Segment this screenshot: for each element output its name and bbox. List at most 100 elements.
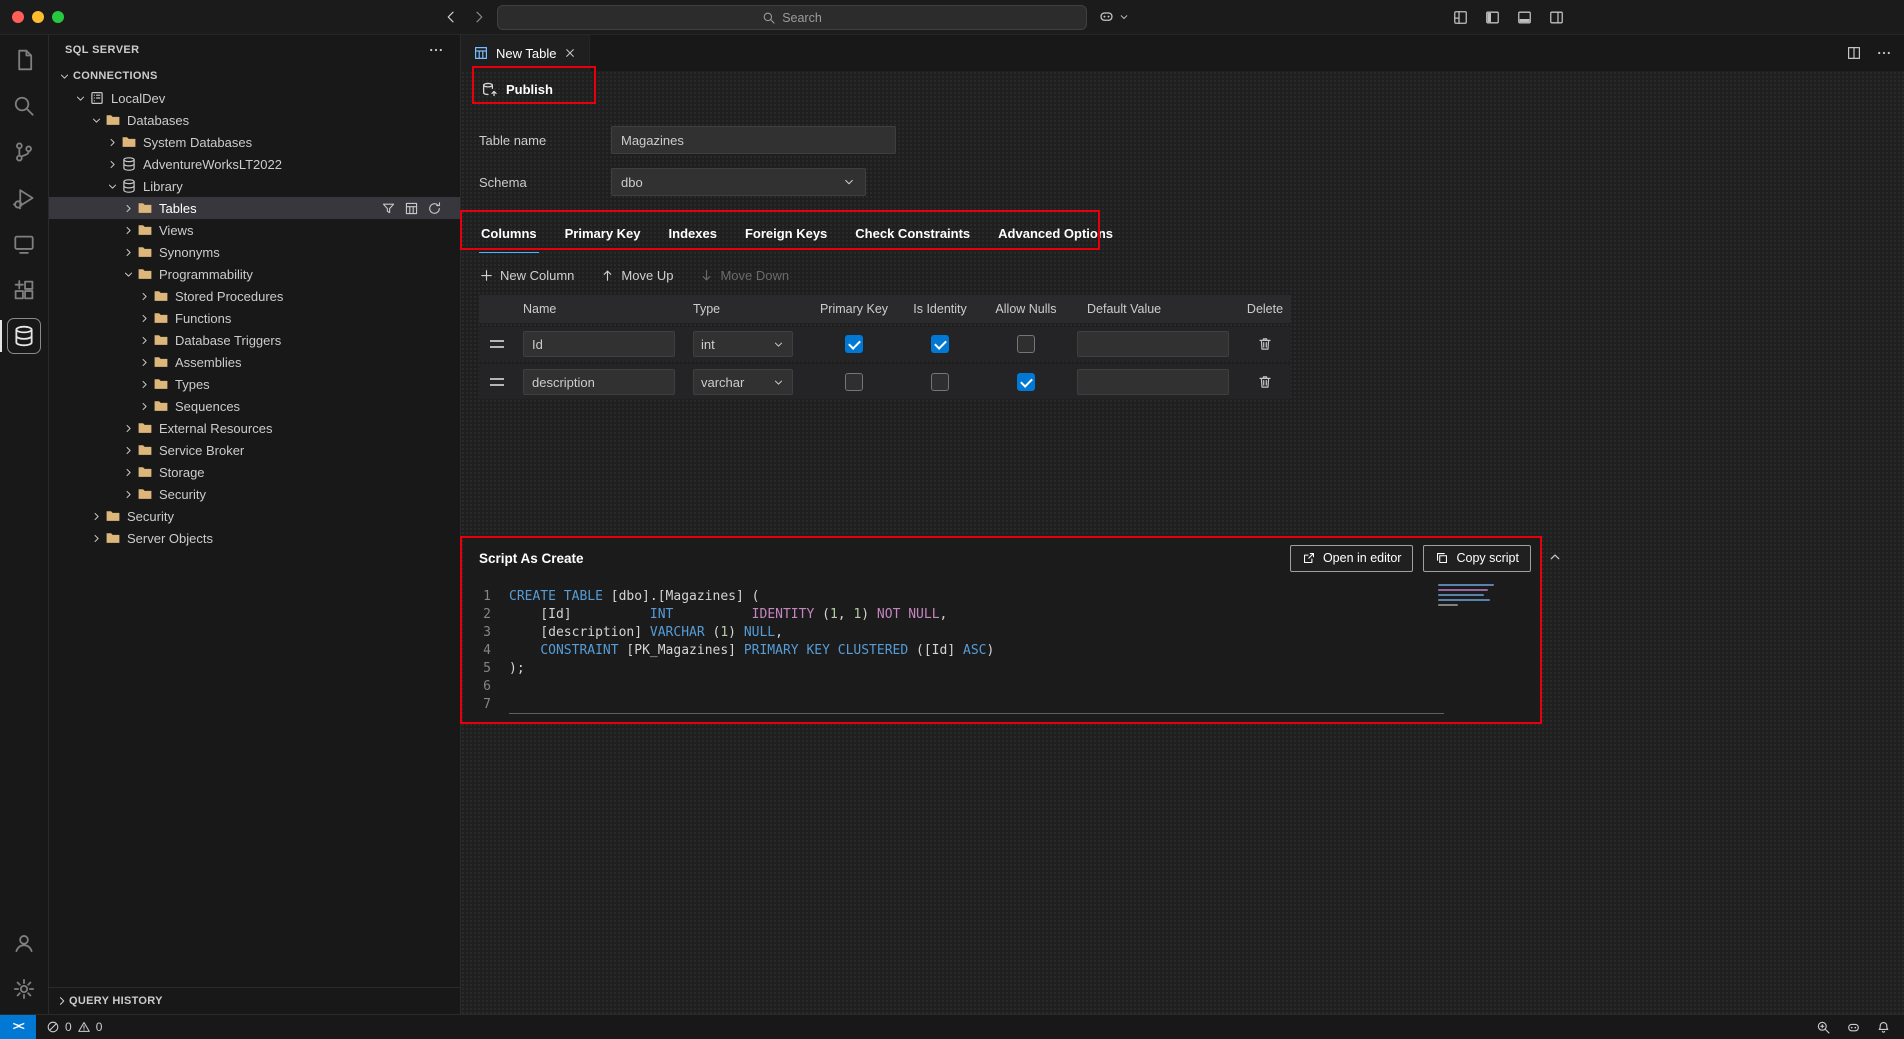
tree-item-tables[interactable]: Tables — [49, 197, 460, 219]
editor-tabbar: New Table — [461, 35, 1904, 71]
activity-item-search[interactable] — [0, 83, 48, 129]
move-up-button[interactable]: Move Up — [600, 268, 673, 283]
activity-item-sql-server[interactable] — [0, 313, 48, 359]
table-icon[interactable] — [404, 201, 419, 216]
search-box[interactable]: Search — [497, 5, 1087, 30]
tree-item-adventureworkslt2022[interactable]: AdventureWorksLT2022 — [49, 153, 460, 175]
drag-handle[interactable] — [490, 340, 504, 348]
tab-new-table[interactable]: New Table — [461, 35, 590, 71]
column-name-input[interactable] — [523, 331, 675, 357]
bell-icon[interactable] — [1876, 1020, 1891, 1035]
line-number: 7 — [463, 696, 509, 714]
back-icon[interactable] — [443, 9, 459, 25]
tree-item-localdev[interactable]: LocalDev — [49, 87, 460, 109]
activity-item-run-and-debug[interactable] — [0, 175, 48, 221]
refresh-icon[interactable] — [427, 201, 442, 216]
remote-indicator[interactable]: >< — [0, 1015, 36, 1039]
titlebar: Search — [0, 0, 1904, 35]
more-actions-icon[interactable] — [1876, 45, 1892, 61]
copilot-icon[interactable] — [1846, 1020, 1861, 1035]
activity-item-extensions[interactable] — [0, 267, 48, 313]
toggle-secondary-sidebar-icon[interactable] — [1548, 9, 1565, 26]
query-history-section[interactable]: QUERY HISTORY — [49, 987, 460, 1014]
designer-tab-foreign-keys[interactable]: Foreign Keys — [743, 215, 829, 253]
tree-item-synonyms[interactable]: Synonyms — [49, 241, 460, 263]
is-identity-checkbox[interactable] — [931, 373, 949, 391]
tree-item-connections[interactable]: CONNECTIONS — [49, 65, 460, 87]
activity-item-explorer[interactable] — [0, 37, 48, 83]
tree-item-security[interactable]: Security — [49, 505, 460, 527]
activity-item-manage[interactable] — [0, 966, 48, 1012]
activity-item-remote-explorer[interactable] — [0, 221, 48, 267]
tree-item-database-triggers[interactable]: Database Triggers — [49, 329, 460, 351]
minimize-window-button[interactable] — [32, 11, 44, 23]
table-name-input[interactable] — [611, 126, 896, 154]
trash-icon[interactable] — [1257, 374, 1273, 390]
activity-item-accounts[interactable] — [0, 920, 48, 966]
primary-key-checkbox[interactable] — [845, 335, 863, 353]
tree-item-external-resources[interactable]: External Resources — [49, 417, 460, 439]
trash-icon[interactable] — [1257, 336, 1273, 352]
designer-tab-check-constraints[interactable]: Check Constraints — [853, 215, 972, 253]
folder-icon — [153, 310, 169, 326]
column-type-dropdown[interactable]: varchar — [693, 369, 793, 395]
designer-tab-columns[interactable]: Columns — [479, 215, 539, 253]
new-column-label: New Column — [500, 268, 574, 283]
designer-tab-indexes[interactable]: Indexes — [667, 215, 719, 253]
copilot-menu-button[interactable] — [1098, 8, 1130, 25]
tree-item-programmability[interactable]: Programmability — [49, 263, 460, 285]
zoom-window-button[interactable] — [52, 11, 64, 23]
column-name-input[interactable] — [523, 369, 675, 395]
tree-item-types[interactable]: Types — [49, 373, 460, 395]
allow-nulls-checkbox[interactable] — [1017, 373, 1035, 391]
tree-item-sequences[interactable]: Sequences — [49, 395, 460, 417]
schema-dropdown[interactable]: dbo — [611, 168, 866, 196]
publish-button[interactable]: Publish — [479, 75, 555, 103]
forward-icon[interactable] — [471, 9, 487, 25]
more-actions-icon[interactable] — [428, 42, 444, 58]
activity-item-source-control[interactable] — [0, 129, 48, 175]
tree-item-databases[interactable]: Databases — [49, 109, 460, 131]
close-window-button[interactable] — [12, 11, 24, 23]
customize-layout-icon[interactable] — [1452, 9, 1469, 26]
tree-item-storage[interactable]: Storage — [49, 461, 460, 483]
toggle-sidebar-icon[interactable] — [1484, 9, 1501, 26]
tree-item-label: Service Broker — [159, 443, 244, 458]
column-type-dropdown[interactable]: int — [693, 331, 793, 357]
new-column-button[interactable]: New Column — [479, 268, 574, 283]
filter-icon[interactable] — [381, 201, 396, 216]
copy-script-button[interactable]: Copy script — [1423, 545, 1531, 572]
tree-item-server-objects[interactable]: Server Objects — [49, 527, 460, 549]
close-icon[interactable] — [563, 46, 577, 60]
tree-item-stored-procedures[interactable]: Stored Procedures — [49, 285, 460, 307]
split-editor-icon[interactable] — [1846, 45, 1862, 61]
is-identity-checkbox[interactable] — [931, 335, 949, 353]
tree-item-assemblies[interactable]: Assemblies — [49, 351, 460, 373]
copy-script-label: Copy script — [1456, 551, 1519, 565]
tree-item-security[interactable]: Security — [49, 483, 460, 505]
sidebar: SQL SERVER CONNECTIONSLocalDevDatabasesS… — [49, 35, 461, 1014]
debug-icon — [12, 186, 36, 210]
chevron-right-icon — [119, 224, 137, 237]
tree-item-functions[interactable]: Functions — [49, 307, 460, 329]
panel-collapse-chevron[interactable] — [1547, 549, 1563, 565]
drag-handle[interactable] — [490, 378, 504, 386]
line-number: 3 — [463, 624, 509, 642]
default-value-input[interactable] — [1077, 369, 1229, 395]
primary-key-checkbox[interactable] — [845, 373, 863, 391]
designer-tab-primary-key[interactable]: Primary Key — [563, 215, 643, 253]
designer-tab-advanced-options[interactable]: Advanced Options — [996, 215, 1115, 253]
default-value-input[interactable] — [1077, 331, 1229, 357]
open-in-editor-button[interactable]: Open in editor — [1290, 545, 1414, 572]
tree-item-service-broker[interactable]: Service Broker — [49, 439, 460, 461]
problems-status[interactable]: 0 0 — [36, 1020, 102, 1034]
zoom-icon[interactable] — [1816, 1020, 1831, 1035]
arrow-up-icon — [600, 268, 615, 283]
tree-item-label: Assemblies — [175, 355, 241, 370]
tree-item-library[interactable]: Library — [49, 175, 460, 197]
tree-item-system-databases[interactable]: System Databases — [49, 131, 460, 153]
tree-item-views[interactable]: Views — [49, 219, 460, 241]
toggle-panel-icon[interactable] — [1516, 9, 1533, 26]
allow-nulls-checkbox[interactable] — [1017, 335, 1035, 353]
tree-item-label: Security — [159, 487, 206, 502]
